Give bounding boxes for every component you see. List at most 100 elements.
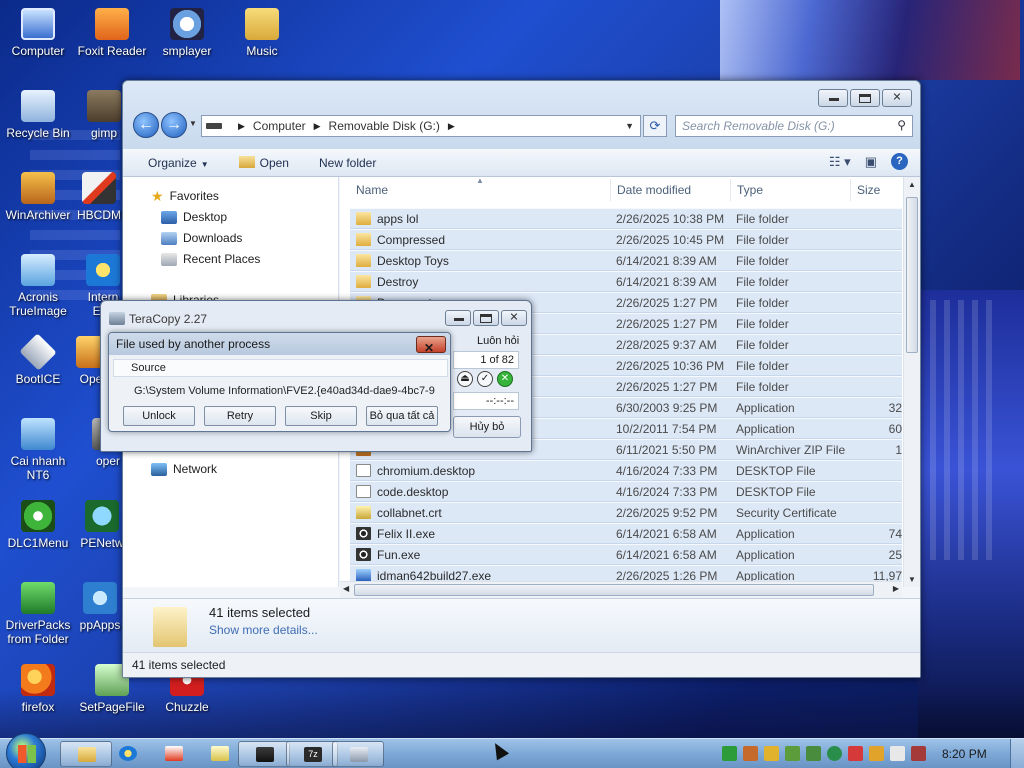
- file-row[interactable]: apps lol 2/26/2025 10:38 PM File folder: [350, 208, 902, 229]
- desktop-icon-music[interactable]: Music: [224, 8, 300, 58]
- scroll-right-icon[interactable]: ▶: [893, 584, 899, 593]
- desktop-icon-foxit[interactable]: Foxit Reader: [74, 8, 150, 58]
- back-button[interactable]: ←: [133, 112, 159, 138]
- file-row[interactable]: Fun.exe 6/14/2021 6:58 AM Application 25: [350, 544, 902, 565]
- taskbar-gpu[interactable]: [238, 741, 290, 767]
- address-dropdown[interactable]: ▼: [625, 121, 634, 131]
- refresh-button[interactable]: ⟳: [643, 115, 667, 137]
- close-button[interactable]: ✕: [501, 310, 527, 326]
- open-button[interactable]: Open: [238, 155, 289, 170]
- taskbar-teracopy[interactable]: [332, 741, 384, 767]
- play-icon[interactable]: [827, 746, 842, 761]
- nav-network[interactable]: Network: [151, 462, 217, 476]
- chevron-right-icon[interactable]: ▶: [238, 121, 245, 132]
- dialog-close-button[interactable]: ✕: [416, 336, 446, 355]
- file-row[interactable]: Desktop Toys 6/14/2021 8:39 AM File folder: [350, 250, 902, 271]
- search-icon[interactable]: ⚲: [897, 118, 906, 132]
- skip-all-button[interactable]: Bỏ qua tất cả: [366, 406, 438, 426]
- desktop-icon-driverpacks[interactable]: DriverPacks from Folder: [0, 582, 76, 646]
- window-titlebar[interactable]: ✕ ← → ▼ ▶ Computer ▶ Removable Disk (G:)…: [123, 81, 920, 149]
- organize-button[interactable]: Organize ▼: [148, 156, 209, 170]
- scroll-down-icon[interactable]: ▼: [908, 575, 916, 584]
- minimize-button[interactable]: [818, 89, 848, 107]
- scrollbar-thumb[interactable]: [906, 197, 918, 353]
- help-icon[interactable]: ?: [891, 153, 908, 170]
- desktop-icon-hbcd[interactable]: HBCDM: [74, 172, 124, 222]
- clock[interactable]: 8:20 PM: [942, 747, 987, 761]
- desktop-icon-bootice[interactable]: BootICE: [0, 333, 76, 386]
- desktop-icon-ppapps[interactable]: ppApps: [76, 582, 124, 632]
- column-size[interactable]: Size: [857, 183, 880, 197]
- cancel-all-icon[interactable]: ✕: [497, 371, 513, 387]
- show-desktop-button[interactable]: [1010, 739, 1024, 768]
- file-row[interactable]: Destroy 6/14/2021 8:39 AM File folder: [350, 271, 902, 292]
- desktop-icon-recycle-bin[interactable]: Recycle Bin: [0, 90, 76, 140]
- taskbar-app[interactable]: [148, 741, 200, 767]
- breadcrumb-drive[interactable]: Removable Disk (G:): [329, 119, 440, 133]
- desktop-icon-cai-nhanh[interactable]: Cai nhanh NT6: [0, 418, 76, 482]
- close-button[interactable]: ✕: [882, 89, 912, 107]
- tray-icon[interactable]: [764, 746, 779, 761]
- taskbar-ie[interactable]: [102, 741, 154, 767]
- volume-icon[interactable]: [911, 746, 926, 761]
- tray-icon[interactable]: [806, 746, 821, 761]
- nav-desktop[interactable]: Desktop: [161, 210, 227, 224]
- desktop-icon-dlc1menu[interactable]: DLC1Menu: [0, 500, 76, 550]
- tray-icon[interactable]: [785, 746, 800, 761]
- show-more-details-link[interactable]: Show more details...: [209, 623, 318, 637]
- scroll-up-icon[interactable]: ▲: [908, 180, 916, 189]
- horizontal-scrollbar[interactable]: ◀ ▶: [340, 581, 902, 598]
- network-icon[interactable]: [890, 746, 905, 761]
- scrollbar-thumb[interactable]: [354, 584, 874, 596]
- file-row[interactable]: collabnet.crt 2/26/2025 9:52 PM Security C…: [350, 502, 902, 523]
- nav-downloads[interactable]: Downloads: [161, 231, 242, 245]
- nav-recent-places[interactable]: Recent Places: [161, 252, 260, 266]
- eject-icon[interactable]: ⏏: [457, 371, 473, 387]
- forward-button[interactable]: →: [161, 112, 187, 138]
- view-options-icon[interactable]: ☷ ▾: [829, 154, 851, 170]
- column-type[interactable]: Type: [737, 183, 763, 197]
- address-bar[interactable]: ▶ Computer ▶ Removable Disk (G:) ▶ ▼: [201, 115, 641, 137]
- column-date-modified[interactable]: Date modified: [617, 183, 691, 197]
- column-name[interactable]: Name: [356, 183, 388, 197]
- taskbar-7zip[interactable]: 7z: [286, 741, 338, 767]
- new-folder-button[interactable]: New folder: [319, 156, 376, 170]
- chevron-right-icon[interactable]: ▶: [448, 121, 455, 132]
- file-row[interactable]: Compressed 2/26/2025 10:45 PM File folder: [350, 229, 902, 250]
- column-divider[interactable]: [610, 179, 611, 201]
- tray-icon[interactable]: [743, 746, 758, 761]
- file-row[interactable]: Felix II.exe 6/14/2021 6:58 AM Application…: [350, 523, 902, 544]
- skip-button[interactable]: Skip: [285, 406, 357, 426]
- maximize-button[interactable]: [850, 89, 880, 107]
- minimize-button[interactable]: [445, 310, 471, 326]
- desktop-icon-acronis[interactable]: Acronis TrueImage: [0, 254, 76, 318]
- on-finish-option[interactable]: Luôn hỏi: [477, 335, 519, 347]
- retry-button[interactable]: Retry: [204, 406, 276, 426]
- tray-icon[interactable]: [722, 746, 737, 761]
- start-button[interactable]: [6, 733, 46, 768]
- desktop-icon-computer[interactable]: Computer: [0, 8, 76, 58]
- desktop-icon-firefox[interactable]: firefox: [0, 664, 76, 714]
- check-icon[interactable]: ✓: [477, 371, 493, 387]
- file-row[interactable]: chromium.desktop 4/16/2024 7:33 PM DESKTOP…: [350, 460, 902, 481]
- tray-icon[interactable]: [848, 746, 863, 761]
- column-divider[interactable]: [850, 179, 851, 201]
- vertical-scrollbar[interactable]: ▲ ▼: [903, 177, 920, 587]
- scroll-left-icon[interactable]: ◀: [343, 584, 349, 593]
- search-input[interactable]: Search Removable Disk (G:) ⚲: [675, 115, 913, 137]
- desktop-icon-smplayer[interactable]: smplayer: [149, 8, 225, 58]
- dialog-titlebar[interactable]: File used by another process ✕: [109, 333, 450, 355]
- breadcrumb-computer[interactable]: Computer: [253, 119, 306, 133]
- nav-favorites[interactable]: ★ Favorites: [151, 189, 219, 204]
- cancel-button[interactable]: Hủy bỏ: [453, 416, 521, 438]
- tray-icon[interactable]: [869, 746, 884, 761]
- file-row[interactable]: code.desktop 4/16/2024 7:33 PM DESKTOP Fil…: [350, 481, 902, 502]
- column-divider[interactable]: [730, 179, 731, 201]
- desktop-icon-penetw[interactable]: PENetw: [80, 500, 124, 550]
- desktop-icon-winarchiver[interactable]: WinArchiver: [0, 172, 76, 222]
- recent-pages-dropdown[interactable]: ▼: [189, 119, 197, 128]
- preview-pane-icon[interactable]: ▣: [865, 154, 877, 170]
- chevron-right-icon[interactable]: ▶: [314, 121, 321, 132]
- maximize-button[interactable]: [473, 310, 499, 326]
- unlock-button[interactable]: Unlock: [123, 406, 195, 426]
